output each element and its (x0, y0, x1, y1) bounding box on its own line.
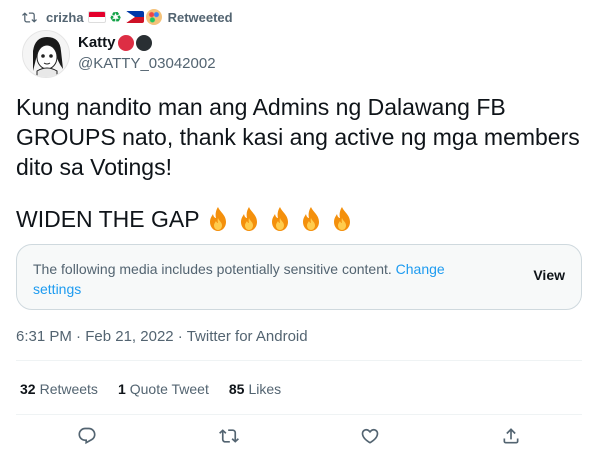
view-button[interactable]: View (533, 267, 565, 283)
palette-icon (145, 9, 162, 25)
tweet-text: Kung nandito man ang Admins ng Dalawang … (16, 94, 580, 180)
tweet-line2-text: WIDEN THE GAP (16, 206, 200, 232)
author-name-row[interactable]: Katty (78, 34, 152, 51)
reply-icon (78, 427, 96, 445)
tweet-date[interactable]: Feb 21, 2022 (85, 328, 173, 345)
likes-label: Likes (248, 381, 282, 397)
quotes-count: 1 (117, 381, 126, 397)
author-display-name[interactable]: Katty (78, 34, 116, 51)
tweet-text-line2: WIDEN THE GAP (16, 204, 355, 234)
black-circle-icon (135, 34, 152, 51)
share-icon (503, 428, 519, 444)
likes-count: 85 (228, 381, 245, 397)
sensitive-warning-message: The following media includes potentially… (33, 261, 392, 277)
like-button[interactable] (360, 426, 382, 448)
retweeted-by-bar: crizha ♻ Retweeted (22, 7, 233, 27)
divider (16, 360, 582, 361)
philippines-flag-icon (125, 11, 144, 23)
retweet-icon (22, 11, 37, 23)
retweet-button[interactable] (219, 426, 241, 448)
engagement-stats: 32 Retweets 1 Quote Tweet 85 Likes (20, 381, 301, 397)
retweet-icon (219, 429, 239, 443)
likes-stat[interactable]: 85 Likes (229, 381, 281, 397)
tweet-time[interactable]: 6:31 PM (16, 328, 72, 345)
retweeted-label: Retweeted (167, 9, 233, 25)
tweet-actions-bar (0, 426, 598, 454)
share-button[interactable] (501, 426, 523, 448)
fire-icon (333, 207, 350, 231)
quote-tweets-stat[interactable]: 1 Quote Tweet (118, 381, 209, 397)
retweeter-emojis: ♻ (87, 9, 162, 25)
divider (16, 414, 582, 415)
retweets-stat[interactable]: 32 Retweets (20, 381, 98, 397)
avatar[interactable] (22, 30, 70, 78)
sensitive-warning-text: The following media includes potentially… (33, 259, 493, 299)
retweeter-name[interactable]: crizha (46, 10, 84, 25)
tweet-source[interactable]: Twitter for Android (187, 328, 308, 345)
fire-icon (240, 207, 257, 231)
retweets-count: 32 (20, 381, 36, 397)
author-handle[interactable]: @KATTY_03042002 (78, 55, 216, 72)
retweets-label: Retweets (39, 381, 98, 397)
singapore-flag-icon (87, 11, 106, 23)
sensitive-media-warning: The following media includes potentially… (16, 244, 582, 310)
avatar-drawing-icon (23, 31, 69, 77)
heart-icon (361, 428, 379, 444)
red-circle-icon (117, 34, 134, 51)
meta-separator: · (76, 328, 86, 345)
fire-icon (271, 207, 288, 231)
quotes-label: Quote Tweet (129, 381, 209, 397)
fire-icon (209, 207, 226, 231)
reply-button[interactable] (77, 426, 99, 448)
fire-emoji-row (200, 206, 355, 232)
tweet-metadata: 6:31 PM · Feb 21, 2022 · Twitter for And… (16, 328, 308, 345)
meta-separator: · (177, 328, 187, 345)
fire-icon (302, 207, 319, 231)
recycle-icon: ♻ (109, 9, 122, 25)
